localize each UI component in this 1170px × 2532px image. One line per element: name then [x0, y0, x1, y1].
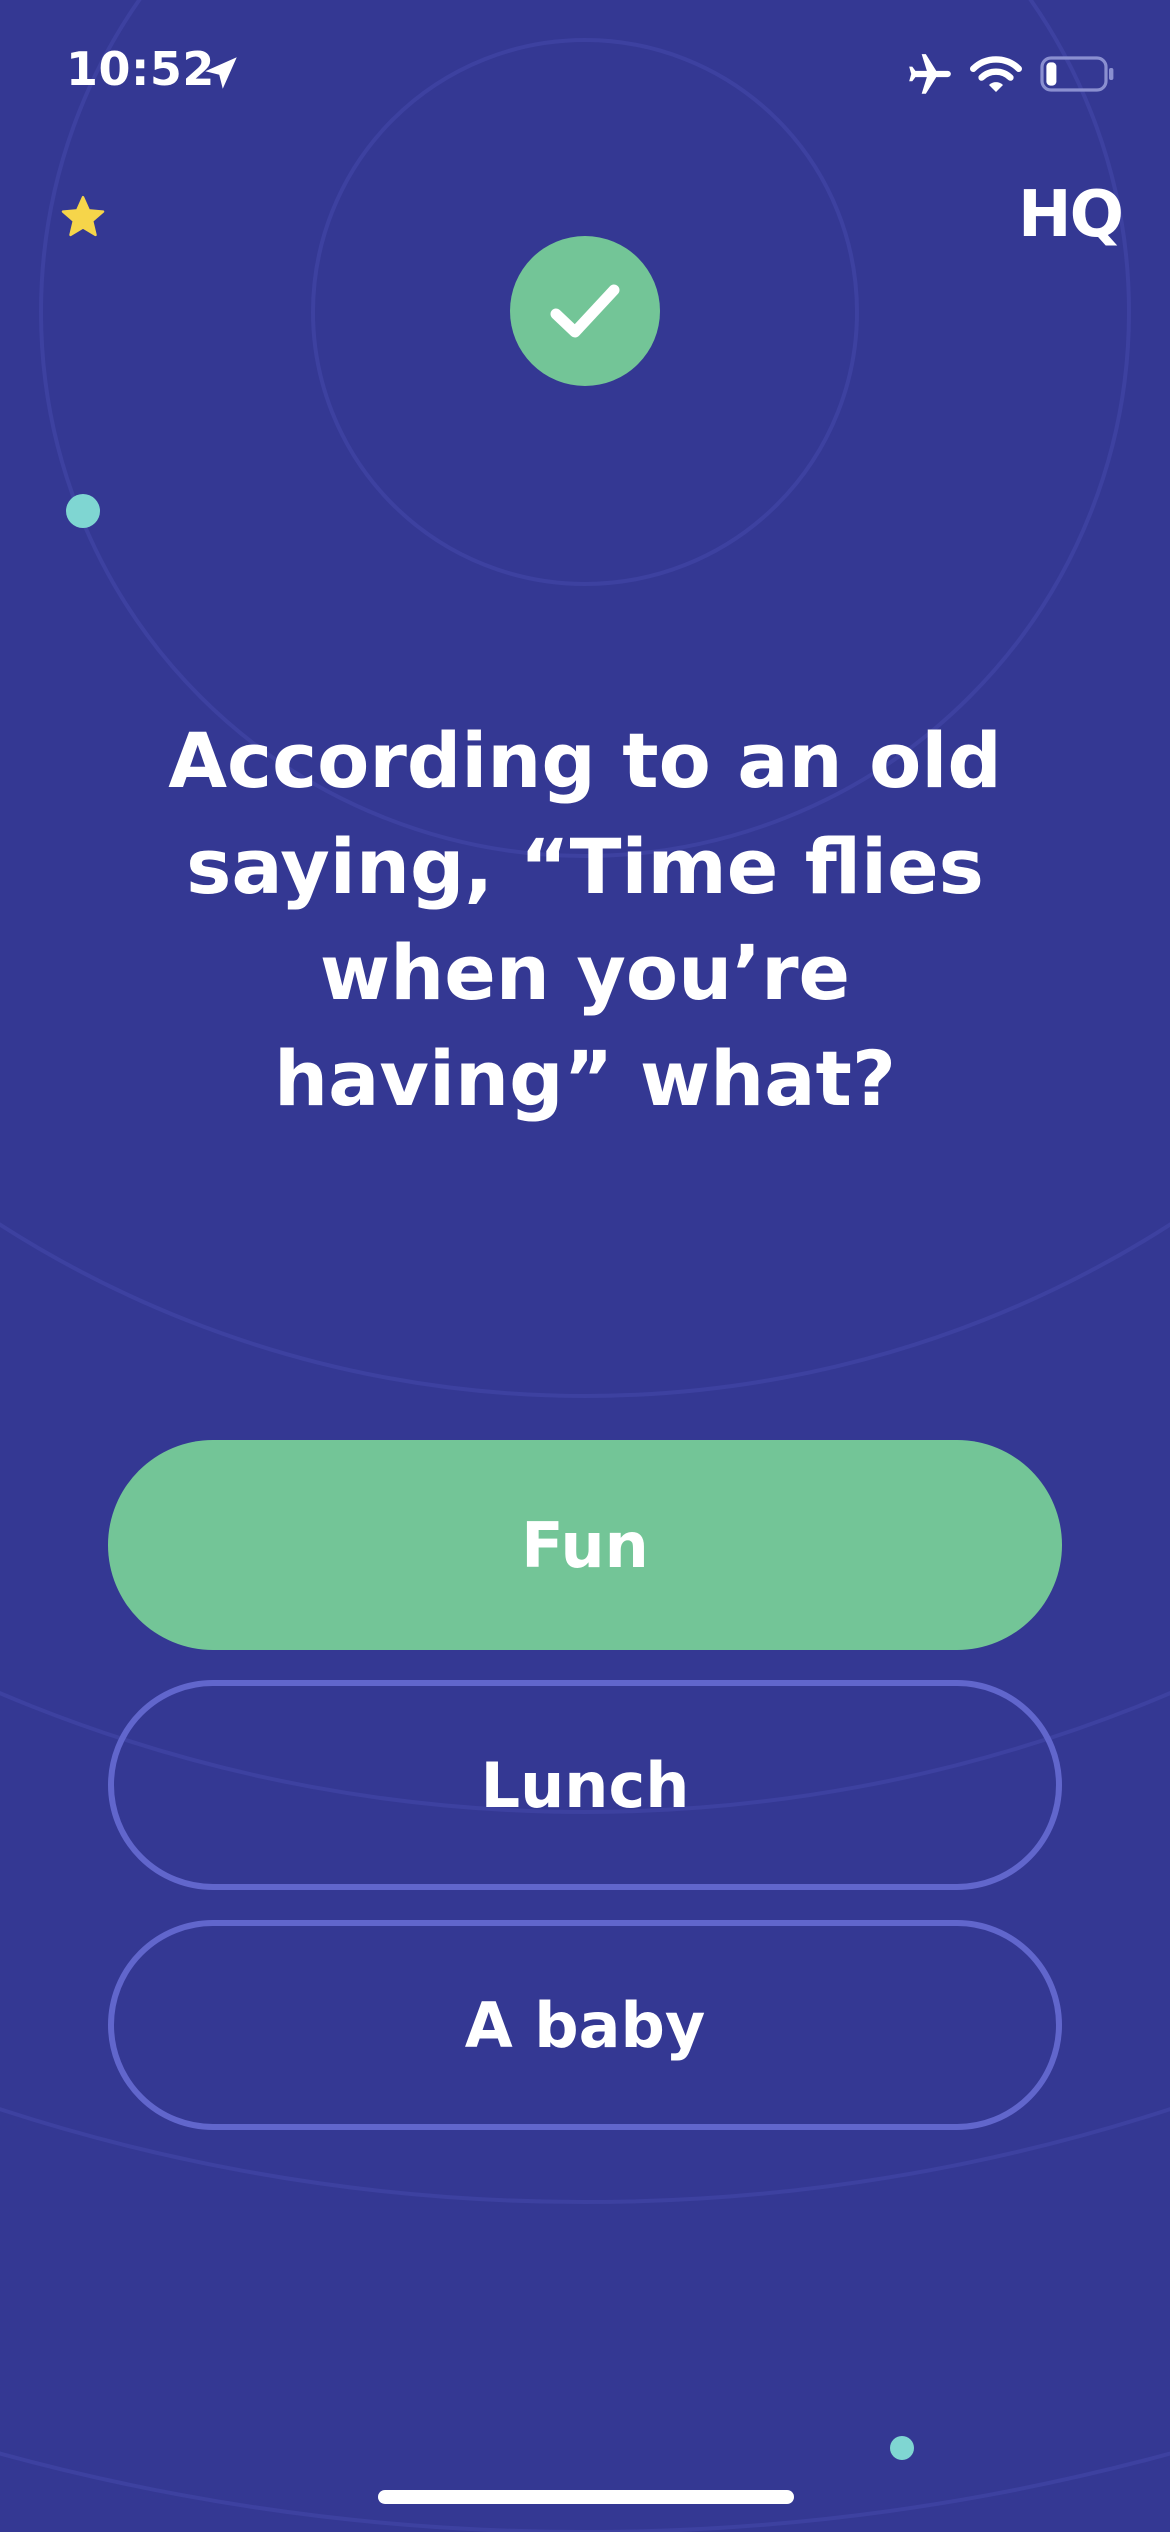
location-arrow-icon [205, 57, 237, 89]
question-text: According to an old saying, “Time flies … [168, 716, 1002, 1123]
hq-logo: HQ [1018, 178, 1124, 252]
home-indicator[interactable] [378, 2490, 794, 2504]
decorative-dot [890, 2436, 914, 2460]
correct-indicator [510, 236, 660, 386]
status-time: 10:52 [66, 42, 215, 96]
status-bar: 10:52 [0, 0, 1170, 150]
answer-option-correct[interactable]: Fun [108, 1440, 1062, 1650]
answer-option[interactable]: A baby [108, 1920, 1062, 2130]
star-icon[interactable] [58, 192, 108, 242]
decorative-dot [66, 494, 100, 528]
answer-option[interactable]: Lunch [108, 1680, 1062, 1890]
wifi-icon [970, 56, 1022, 92]
answer-label: Lunch [480, 1748, 690, 1822]
answer-label: A baby [464, 1988, 706, 2062]
battery-icon [1040, 56, 1114, 92]
airplane-mode-icon [909, 54, 951, 94]
answer-label: Fun [521, 1508, 649, 1582]
checkmark-icon [550, 284, 620, 338]
